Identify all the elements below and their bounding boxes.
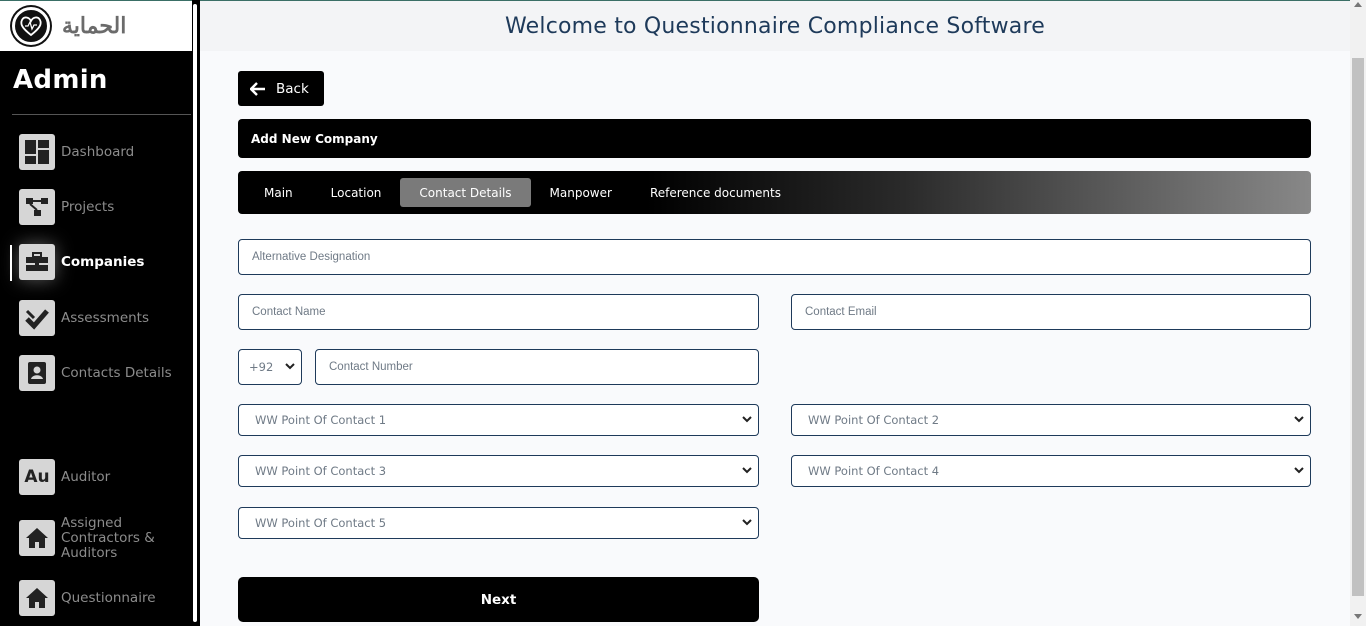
poc-4-value: WW Point Of Contact 4 (808, 464, 940, 478)
chevron-down-icon (1294, 467, 1304, 474)
contact-number-input[interactable] (315, 349, 759, 385)
tab-main[interactable]: Main (245, 178, 312, 207)
back-button-label: Back (276, 80, 309, 97)
active-indicator (10, 245, 12, 281)
sidebar: الحماية Admin Dashboard Projects Compani… (0, 0, 200, 626)
poc-1-select[interactable]: WW Point Of Contact 1 (238, 404, 759, 436)
sidebar-item-label: Questionnaire (61, 589, 156, 606)
sidebar-scrollbar[interactable] (193, 4, 197, 622)
sidebar-item-contacts-details[interactable]: Contacts Details (0, 350, 192, 396)
sidebar-item-questionnaire[interactable]: Questionnaire (0, 575, 192, 621)
check-icon (19, 300, 55, 336)
page-title: Welcome to Questionnaire Compliance Soft… (504, 13, 1045, 39)
poc-3-select[interactable]: WW Point Of Contact 3 (238, 455, 759, 487)
sidebar-item-assessments[interactable]: Assessments (0, 295, 192, 341)
scroll-up-arrow-icon[interactable] (1354, 2, 1362, 7)
brand-logo[interactable]: الحماية (0, 0, 192, 51)
poc-1-value: WW Point Of Contact 1 (255, 413, 387, 427)
brand-name: الحماية (62, 13, 127, 39)
country-code-select[interactable]: +92 (238, 349, 302, 385)
chevron-down-icon (742, 416, 752, 423)
sidebar-item-companies[interactable]: Companies (0, 239, 192, 285)
home-icon (19, 520, 55, 556)
sidebar-item-label: Assessments (61, 309, 150, 326)
briefcase-icon (19, 244, 55, 280)
contact-book-icon (19, 355, 55, 391)
sidebar-item-auditor[interactable]: Au Auditor (0, 454, 192, 500)
projects-icon (19, 189, 55, 225)
sidebar-item-label: Contacts Details (61, 364, 172, 381)
arrow-left-icon (250, 81, 265, 96)
tab-manpower[interactable]: Manpower (531, 178, 631, 207)
card-title: Add New Company (238, 119, 1311, 158)
scrollbar-thumb[interactable] (1352, 58, 1364, 596)
tab-contact-details[interactable]: Contact Details (400, 178, 531, 207)
sidebar-item-label: Projects (61, 198, 115, 215)
heart-logo-icon (12, 7, 50, 45)
country-code-value: +92 (249, 360, 274, 374)
sidebar-item-label: Auditor (61, 468, 111, 485)
chevron-down-icon (742, 467, 752, 474)
poc-2-value: WW Point Of Contact 2 (808, 413, 940, 427)
sidebar-item-assigned-contractors[interactable]: Assigned Contractors & Auditors (0, 515, 192, 561)
sidebar-divider (12, 114, 191, 115)
sidebar-item-label: Dashboard (61, 143, 135, 160)
poc-5-select[interactable]: WW Point Of Contact 5 (238, 507, 759, 539)
page-header: Welcome to Questionnaire Compliance Soft… (200, 0, 1350, 51)
poc-3-value: WW Point Of Contact 3 (255, 464, 387, 478)
sidebar-item-projects[interactable]: Projects (0, 184, 192, 230)
au-icon: Au (19, 459, 55, 495)
chevron-down-icon (285, 363, 295, 370)
sidebar-item-dashboard[interactable]: Dashboard (0, 129, 192, 175)
alternative-designation-input[interactable] (238, 239, 1311, 275)
contact-email-input[interactable] (791, 294, 1311, 330)
tab-bar: Main Location Contact Details Manpower R… (238, 171, 1311, 214)
sidebar-item-label: Assigned Contractors & Auditors (61, 514, 155, 561)
back-button[interactable]: Back (238, 71, 324, 106)
poc-4-select[interactable]: WW Point Of Contact 4 (791, 455, 1311, 487)
next-button[interactable]: Next (238, 577, 759, 622)
tab-location[interactable]: Location (312, 178, 401, 207)
home-icon (19, 580, 55, 616)
chevron-down-icon (1294, 416, 1304, 423)
poc-5-value: WW Point Of Contact 5 (255, 516, 387, 530)
chevron-down-icon (742, 519, 752, 526)
scroll-down-arrow-icon[interactable] (1354, 614, 1362, 619)
contact-name-input[interactable] (238, 294, 759, 330)
role-title: Admin (13, 65, 108, 95)
dashboard-icon (19, 134, 55, 170)
poc-2-select[interactable]: WW Point Of Contact 2 (791, 404, 1311, 436)
sidebar-item-label: Companies (61, 253, 145, 270)
tab-reference-documents[interactable]: Reference documents (631, 178, 800, 207)
au-icon-text: Au (24, 467, 50, 487)
